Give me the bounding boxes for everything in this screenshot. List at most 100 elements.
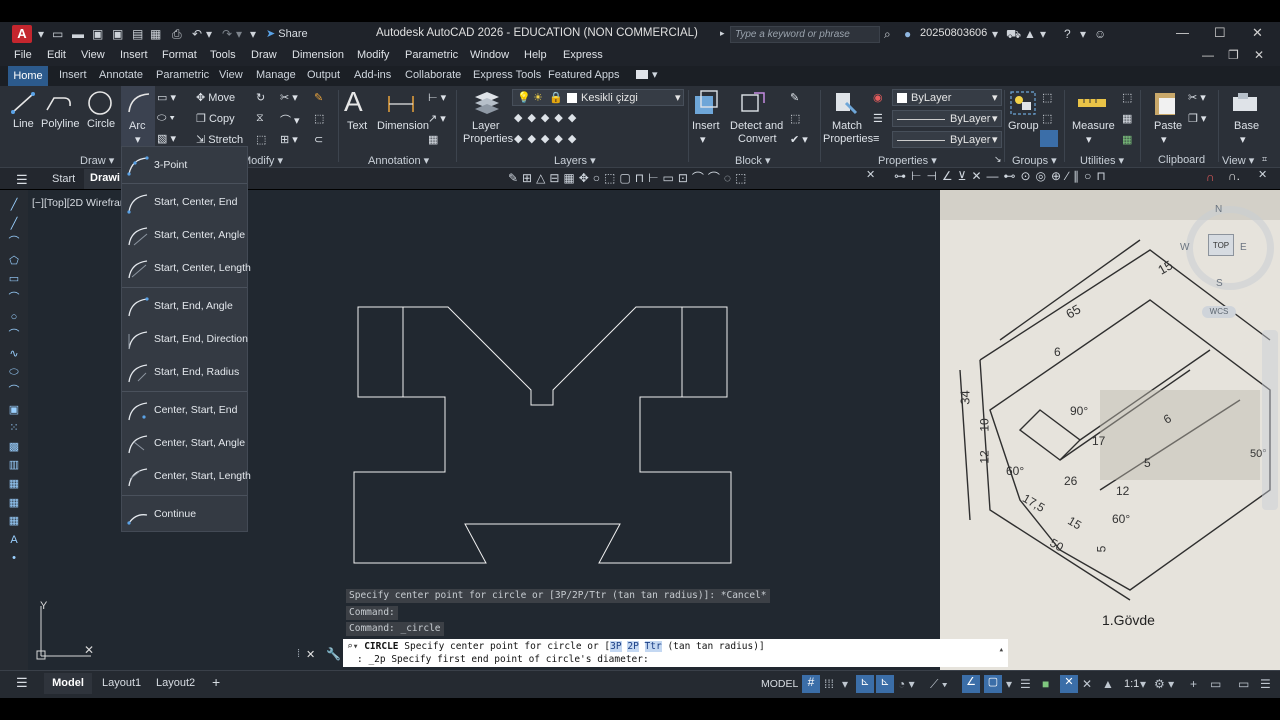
- draw-group-title[interactable]: Draw ▾: [80, 154, 114, 167]
- model-tab[interactable]: Model: [44, 673, 92, 694]
- scale-dropdown-icon[interactable]: ▾: [1140, 677, 1146, 691]
- layer-dropdown[interactable]: 💡 ☀ 🔒 Kesikli çizgi ▾: [512, 89, 684, 106]
- menu-dimension[interactable]: Dimension: [292, 49, 344, 61]
- drawing-tab[interactable]: Drawi: [84, 169, 124, 189]
- snap-mode-icon[interactable]: ⁞⁞⁞: [824, 677, 834, 691]
- wcs-menu[interactable]: WCS: [1202, 306, 1236, 318]
- measure-dropdown-icon[interactable]: ▾: [1086, 133, 1092, 146]
- menu-tools[interactable]: Tools: [210, 49, 236, 61]
- edit-block-icon[interactable]: ⬚: [790, 112, 800, 125]
- tab-output[interactable]: Output: [307, 69, 340, 81]
- viewcube-west[interactable]: W: [1180, 242, 1189, 253]
- array-icon[interactable]: ⊞ ▾: [280, 133, 298, 146]
- arc-option-start-end-radius[interactable]: Start, End, Radius: [122, 357, 247, 389]
- fillet-icon[interactable]: ⌒ ▾: [280, 112, 300, 128]
- tab-annotate[interactable]: Annotate: [99, 69, 143, 81]
- scale-icon[interactable]: ⬚: [256, 133, 266, 146]
- tab-manage[interactable]: Manage: [256, 69, 296, 81]
- detect-convert-label-2[interactable]: Convert: [738, 133, 777, 145]
- draw-toolbar-icons[interactable]: ╱ ╱ ⌒ ⬠ ▭ ⌒ ○ ⌒ ∿ ⬭ ⌒ ▣ ⁙ ▩ ▥ ▦ ▦ ▦ A •: [7, 196, 21, 568]
- menu-edit[interactable]: Edit: [47, 49, 66, 61]
- annotation-scale-icon[interactable]: ▲: [1102, 677, 1114, 691]
- arc-option-start-center-angle[interactable]: Start, Center, Angle: [122, 220, 247, 252]
- block-group-title[interactable]: Block ▾: [735, 154, 770, 167]
- search-expand-icon[interactable]: ▸: [720, 28, 725, 39]
- arc-option-start-end-direction[interactable]: Start, End, Direction: [122, 324, 248, 356]
- arc-dropdown-icon[interactable]: ▾: [135, 133, 141, 146]
- menu-format[interactable]: Format: [162, 49, 197, 61]
- layer-properties-icon[interactable]: [472, 89, 502, 117]
- paste-icon[interactable]: [1152, 89, 1178, 117]
- undo-dropdown-icon[interactable]: ▾: [206, 27, 212, 41]
- modify-group-title[interactable]: Modify ▾: [242, 154, 283, 167]
- command-line-close-icon[interactable]: ✕: [306, 648, 315, 661]
- object-snap-icon[interactable]: ▢: [984, 675, 1002, 693]
- insert-block-icon[interactable]: [692, 89, 720, 117]
- quick-select-icon[interactable]: ⬚: [1122, 91, 1132, 104]
- linetype-dropdown[interactable]: ByLayer ▾: [892, 131, 1002, 148]
- close-icon[interactable]: ✕: [1252, 25, 1263, 41]
- group-selection-icon[interactable]: [1040, 130, 1058, 147]
- feedback-icon[interactable]: ☺: [1094, 27, 1106, 41]
- command-line-customize-icon[interactable]: 🔧: [326, 647, 341, 661]
- doc-close-icon[interactable]: ✕: [1254, 48, 1264, 62]
- command-line-grip-icon[interactable]: ⁞: [297, 648, 300, 660]
- auto-scale-icon[interactable]: ✕: [1082, 677, 1092, 691]
- rectangle-icon[interactable]: ▭ ▾: [157, 91, 176, 104]
- match-properties-icon[interactable]: [832, 89, 860, 117]
- tab-view[interactable]: View: [219, 69, 243, 81]
- doc-restore-icon[interactable]: ❐: [1228, 48, 1239, 62]
- share-button[interactable]: ➤ Share: [266, 27, 308, 40]
- snap-toolbar-close-icon[interactable]: ✕: [1258, 168, 1267, 181]
- arc-option-continue[interactable]: Continue: [122, 499, 247, 531]
- viewcube-east[interactable]: E: [1240, 242, 1247, 253]
- viewcube-top-face[interactable]: TOP: [1208, 234, 1234, 256]
- snap-dropdown-icon[interactable]: ▾: [842, 677, 848, 691]
- hatch-icon[interactable]: ⬭ ▾: [157, 112, 175, 125]
- insert-dropdown-icon[interactable]: ▾: [700, 133, 706, 146]
- command-option-ttr[interactable]: Ttr: [644, 641, 662, 652]
- base-dropdown-icon[interactable]: ▾: [1240, 133, 1246, 146]
- groups-group-title[interactable]: Groups ▾: [1012, 154, 1057, 167]
- arc-option-3-point[interactable]: 3-Point: [122, 150, 247, 182]
- annotation-group-title[interactable]: Annotation ▾: [368, 154, 429, 167]
- menu-modify[interactable]: Modify: [357, 49, 389, 61]
- user-icon[interactable]: ●: [904, 27, 911, 41]
- customize-status-icon[interactable]: ☰: [1260, 677, 1271, 691]
- base-button[interactable]: Base: [1234, 120, 1259, 132]
- menu-file[interactable]: File: [14, 49, 32, 61]
- layer-properties-label-2[interactable]: Properties: [463, 133, 513, 145]
- save-icon[interactable]: ▣: [92, 27, 103, 41]
- tab-home[interactable]: Home: [8, 66, 48, 86]
- open-folder-icon[interactable]: ▬: [72, 27, 84, 41]
- create-block-icon[interactable]: ✎: [790, 91, 799, 104]
- viewcube-south[interactable]: S: [1216, 278, 1223, 289]
- base-view-icon[interactable]: [1230, 91, 1260, 115]
- match-properties-label-2[interactable]: Properties: [823, 133, 873, 145]
- measure-button[interactable]: Measure: [1072, 120, 1115, 132]
- minimize-icon[interactable]: —: [1176, 25, 1189, 40]
- command-recent-icon[interactable]: ⌕▾: [347, 641, 358, 652]
- arc-option-start-center-end[interactable]: Start, Center, End: [122, 187, 247, 219]
- add-layout-button[interactable]: +: [212, 674, 220, 690]
- units-icon[interactable]: ▭: [1210, 677, 1221, 691]
- object-snap-dropdown-icon[interactable]: ▾: [1006, 677, 1012, 691]
- arc-option-center-start-length[interactable]: Center, Start, Length: [122, 461, 251, 493]
- color-dropdown[interactable]: ByLayer ▾: [892, 89, 1002, 106]
- block-attribute-icon[interactable]: ✔ ▾: [790, 133, 808, 146]
- dimension-button[interactable]: Dimension: [377, 120, 429, 132]
- save-as-icon[interactable]: ▣: [112, 27, 123, 41]
- polar-toggle-icon[interactable]: ⊾: [876, 675, 894, 693]
- viewcube-north[interactable]: N: [1215, 204, 1222, 215]
- navigation-bar[interactable]: [1262, 330, 1278, 510]
- arc-button[interactable]: Arc: [129, 120, 146, 132]
- menu-insert[interactable]: Insert: [120, 49, 148, 61]
- explode-icon[interactable]: ⬚: [314, 112, 324, 125]
- arc-option-center-start-angle[interactable]: Center, Start, Angle: [122, 428, 247, 460]
- cart-icon[interactable]: ⛟: [1006, 27, 1021, 43]
- publish-icon[interactable]: ▤: [132, 27, 143, 41]
- layout-menu-icon[interactable]: ☰: [16, 675, 28, 691]
- calculator-icon[interactable]: ▦: [1122, 112, 1132, 125]
- autocad-logo[interactable]: A: [12, 25, 32, 43]
- menu-express[interactable]: Express: [563, 49, 603, 61]
